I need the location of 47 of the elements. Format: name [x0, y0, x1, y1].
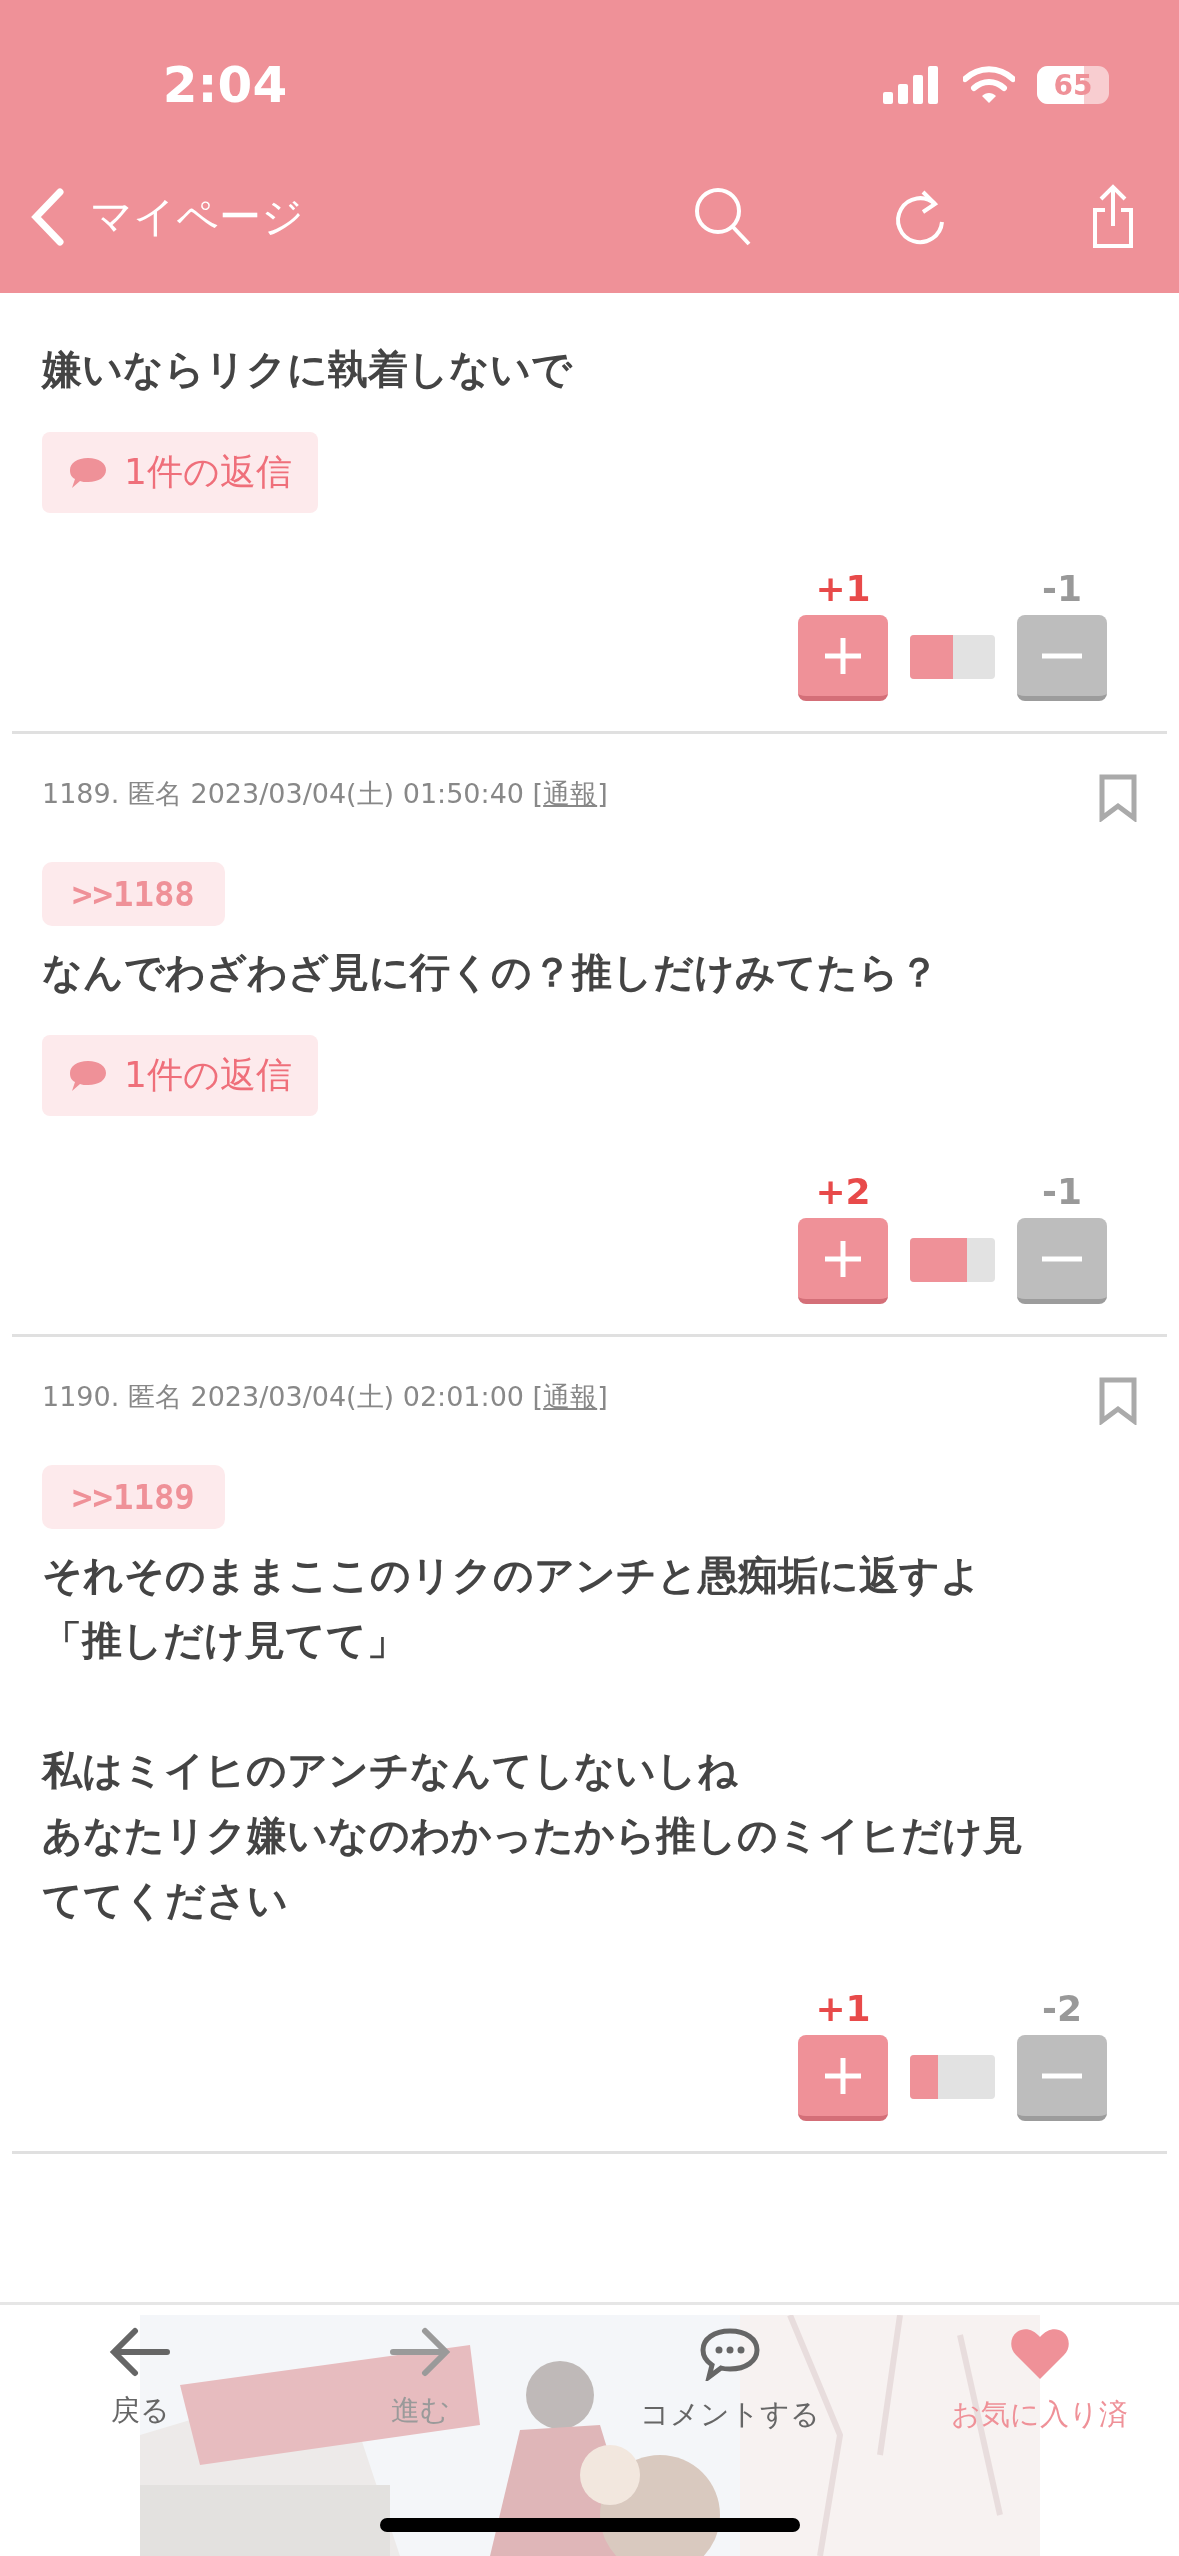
- minus-icon: [1042, 2072, 1082, 2079]
- back-button[interactable]: 戻る: [0, 2327, 280, 2435]
- comment-button[interactable]: コメントする: [560, 2327, 900, 2435]
- minus-button[interactable]: [1017, 615, 1107, 701]
- reply-anchor-link[interactable]: >>1188: [42, 862, 225, 926]
- back-button[interactable]: マイページ: [28, 187, 304, 246]
- plus-button[interactable]: [798, 2035, 888, 2121]
- speech-bubble-icon: [68, 455, 108, 490]
- replies-button[interactable]: 1件の返信: [42, 1035, 318, 1116]
- plus-button[interactable]: [798, 615, 888, 701]
- bookmark-icon[interactable]: [1099, 1377, 1137, 1425]
- battery-level: 65: [1053, 68, 1093, 102]
- comment-text: なんでわざわざ見に行くの？推しだけみてたら？: [42, 948, 939, 997]
- plus-button[interactable]: [798, 1218, 888, 1304]
- speech-bubble-icon: [68, 1058, 108, 1093]
- minus-count: -1: [1042, 1171, 1082, 1212]
- minus-button[interactable]: [1017, 1218, 1107, 1304]
- comment-text: 嫌いならリクに執着しないで: [42, 345, 572, 394]
- comment-line: それそのままここのリクのアンチと愚痴垢に返すよ: [42, 1551, 981, 1600]
- wifi-icon: [963, 66, 1015, 104]
- reply-anchor-link[interactable]: >>1189: [42, 1465, 225, 1529]
- comment-meta: 1189. 匿名 2023/03/04(土) 01:50:40 [通報]: [42, 777, 608, 811]
- plus-count: +1: [815, 568, 871, 609]
- report-link[interactable]: 通報: [543, 1381, 598, 1412]
- comment-line: 「推しだけ見てて」: [42, 1616, 407, 1665]
- status-time: 2:04: [161, 55, 289, 116]
- comment-meta: 1190. 匿名 2023/03/04(土) 02:01:00 [通報]: [42, 1380, 608, 1414]
- plus-count: +2: [815, 1171, 871, 1212]
- back-arrow-icon: [109, 2327, 171, 2377]
- comment-icon: [699, 2327, 761, 2381]
- comment-line: あなたリク嫌いなのわかったから推しのミイヒだけ見ててください: [42, 1811, 1024, 1925]
- comment-line: 私はミイヒのアンチなんてしないしね: [42, 1746, 738, 1795]
- forward-arrow-icon: [389, 2327, 451, 2377]
- report-link[interactable]: 通報: [543, 778, 598, 809]
- minus-count: -1: [1042, 568, 1082, 609]
- heart-icon: [1008, 2327, 1071, 2381]
- plus-count: +1: [815, 1988, 871, 2029]
- search-icon: [693, 185, 753, 248]
- bookmark-icon[interactable]: [1099, 774, 1137, 822]
- search-button[interactable]: [693, 185, 753, 248]
- minus-button[interactable]: [1017, 2035, 1107, 2121]
- signal-icon: [883, 66, 941, 104]
- replies-button[interactable]: 1件の返信: [42, 432, 318, 513]
- minus-icon: [1042, 1255, 1082, 1262]
- favorite-button[interactable]: お気に入り済: [900, 2327, 1179, 2435]
- minus-icon: [1042, 652, 1082, 659]
- minus-count: -2: [1042, 1988, 1082, 2029]
